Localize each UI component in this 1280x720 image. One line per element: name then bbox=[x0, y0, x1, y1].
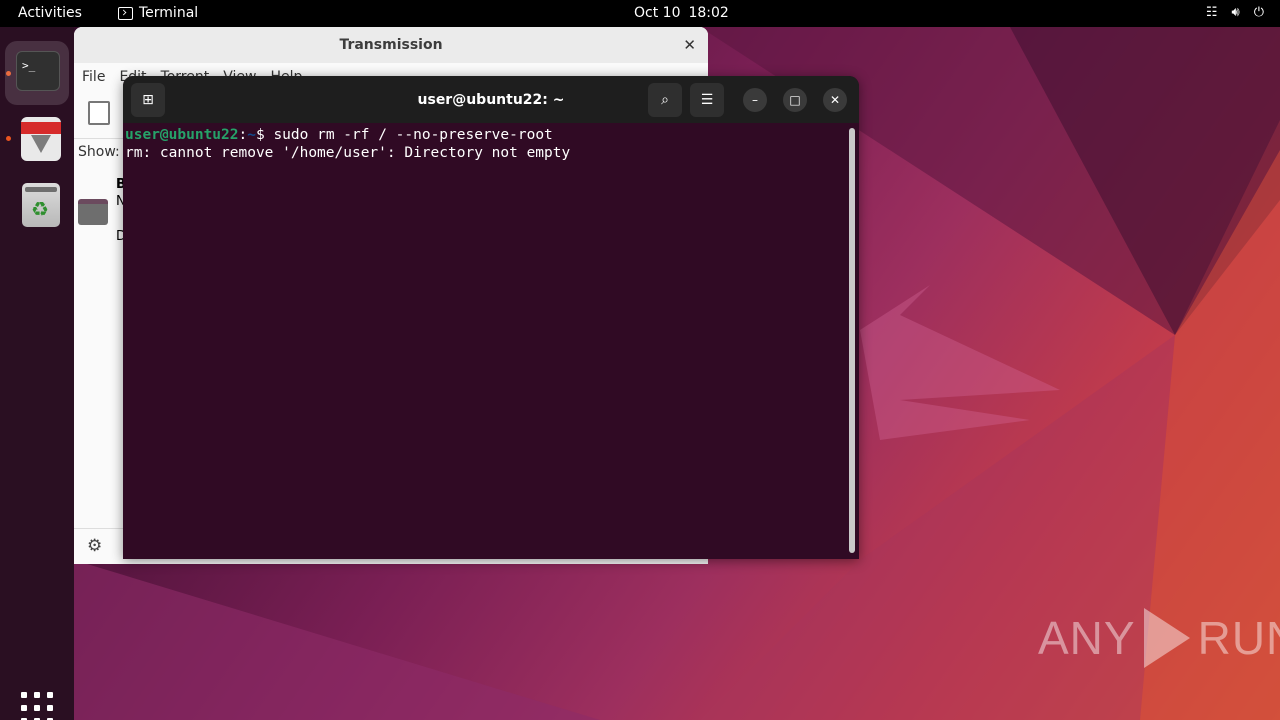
dock: >_ ♻ bbox=[0, 27, 74, 720]
open-torrent-icon[interactable] bbox=[88, 101, 110, 125]
app-menu-label: Terminal bbox=[139, 5, 199, 21]
gear-icon[interactable]: ⚙ bbox=[87, 536, 102, 556]
clock-time: 18:02 bbox=[688, 5, 729, 21]
prompt-sep: : bbox=[238, 127, 248, 143]
watermark-right: RUN bbox=[1197, 612, 1280, 664]
close-button[interactable]: ✕ bbox=[823, 88, 847, 112]
window-title: Transmission bbox=[339, 37, 443, 53]
command-text: sudo rm -rf / --no-preserve-root bbox=[273, 127, 553, 143]
terminal-icon bbox=[118, 6, 133, 20]
trash-icon: ♻ bbox=[22, 183, 60, 227]
app-menu[interactable]: Terminal bbox=[118, 5, 198, 21]
output-line: rm: cannot remove '/home/user': Director… bbox=[125, 145, 571, 161]
network-icon: ☷ bbox=[1205, 5, 1218, 20]
watermark-left: ANY bbox=[1038, 612, 1136, 664]
dock-item-terminal[interactable]: >_ bbox=[5, 41, 69, 105]
scrollbar[interactable] bbox=[849, 128, 855, 553]
terminal-output[interactable]: user@ubuntu22:~$ sudo rm -rf / --no-pres… bbox=[123, 123, 859, 162]
top-bar: Activities Terminal Oct 10 18:02 ☷ 🔊︎ ⏻ bbox=[0, 0, 1280, 27]
transmission-titlebar[interactable]: Transmission ✕ bbox=[74, 27, 708, 63]
menu-file[interactable]: File bbox=[82, 69, 105, 89]
hamburger-icon: ☰ bbox=[700, 92, 714, 108]
clock-date: Oct 10 bbox=[634, 5, 681, 21]
transmission-icon bbox=[21, 117, 61, 161]
anyrun-watermark: ANY RUN bbox=[1038, 608, 1280, 668]
prompt-path: ~ bbox=[247, 127, 256, 143]
minimize-button[interactable]: – bbox=[743, 88, 767, 112]
activities-button[interactable]: Activities bbox=[18, 5, 82, 21]
terminal-headerbar[interactable]: ⊞ user@ubuntu22: ~ ⌕ ☰ – □ ✕ bbox=[123, 76, 859, 123]
filter-label: Show: bbox=[78, 144, 120, 160]
power-icon: ⏻ bbox=[1253, 5, 1264, 20]
apps-grid-icon[interactable] bbox=[21, 692, 53, 720]
clock[interactable]: Oct 10 18:02 bbox=[634, 5, 729, 21]
menu-button[interactable]: ☰ bbox=[690, 83, 724, 117]
play-icon bbox=[1143, 608, 1190, 668]
prompt-user: user@ubuntu22 bbox=[125, 127, 239, 143]
search-button[interactable]: ⌕ bbox=[648, 83, 682, 117]
volume-icon: 🔊︎ bbox=[1231, 5, 1240, 20]
folder-icon bbox=[78, 199, 108, 225]
dock-item-transmission[interactable] bbox=[5, 111, 69, 175]
terminal-window: ⊞ user@ubuntu22: ~ ⌕ ☰ – □ ✕ user@ubuntu… bbox=[123, 76, 859, 559]
terminal-icon: >_ bbox=[16, 51, 60, 91]
maximize-button[interactable]: □ bbox=[783, 88, 807, 112]
close-icon[interactable]: ✕ bbox=[683, 36, 696, 54]
prompt-end: $ bbox=[255, 127, 274, 143]
dock-item-trash[interactable]: ♻ bbox=[5, 177, 69, 241]
system-tray[interactable]: ☷ 🔊︎ ⏻ bbox=[1206, 5, 1264, 20]
search-icon: ⌕ bbox=[661, 92, 669, 108]
